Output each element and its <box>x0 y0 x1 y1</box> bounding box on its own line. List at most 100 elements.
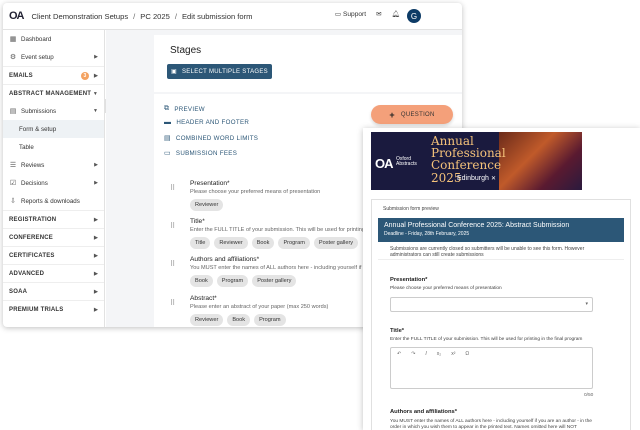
omega-icon[interactable]: Ω <box>465 351 469 357</box>
add-question-button[interactable]: + QUESTION <box>371 105 453 124</box>
stages-title: Stages <box>170 45 202 56</box>
tag-chip: Reviewer <box>190 314 224 326</box>
tag-chip: Book <box>190 275 213 287</box>
sidebar-item-form-setup[interactable]: Form & setup <box>3 120 104 138</box>
title-rich-text-input[interactable]: ↶ ↷ I x₂ x² Ω <box>390 347 593 389</box>
form-field[interactable]: ⠿ Title* Enter the FULL TITLE of your su… <box>170 218 370 249</box>
external-link-icon: ⧉ <box>164 105 170 112</box>
chevron-right-icon: ▶ <box>93 72 98 79</box>
text-icon: ▤ <box>164 135 171 142</box>
tag-chip: Book <box>251 237 275 249</box>
sidebar-item-conference[interactable]: CONFERENCE ▶ <box>3 228 104 246</box>
tag-chip: Title <box>190 237 211 249</box>
chevron-right-icon: ▶ <box>94 54 98 60</box>
sidebar-item-event-setup[interactable]: ⚙ Event setup ▶ <box>3 48 104 66</box>
tag-chip: Reviewer <box>214 237 248 249</box>
avatar[interactable]: G <box>407 9 421 23</box>
chevron-right-icon: ▶ <box>93 306 98 313</box>
redo-icon[interactable]: ↷ <box>411 351 415 357</box>
sidebar-item-dashboard[interactable]: ▦ Dashboard <box>3 30 104 48</box>
decisions-icon: ☑ <box>9 180 17 187</box>
undo-icon[interactable]: ↶ <box>397 351 401 357</box>
sidebar-item-soaa[interactable]: SOAA ▶ <box>3 282 104 300</box>
chevron-down-icon: ▼ <box>93 108 98 114</box>
closed-notice: Submissions are currently closed so subm… <box>378 242 624 260</box>
sidebar: ▦ Dashboard ⚙ Event setup ▶ EMAILS 3 ▶ ABSTRA… <box>3 30 105 327</box>
superscript-icon[interactable]: x² <box>451 351 455 357</box>
breadcrumb-item[interactable]: Client Demonstration Setups <box>32 12 129 21</box>
breadcrumb-item[interactable]: PC 2025 <box>140 12 170 21</box>
drag-handle-icon[interactable]: ⠿ <box>170 184 175 192</box>
form-preview-window: OA Oxford Abstracts Annual Professional Co… <box>363 128 640 430</box>
chevron-down-icon: ▼ <box>92 90 98 97</box>
header-footer-link[interactable]: ▬ HEADER AND FOOTER <box>164 119 249 126</box>
chevron-right-icon: ▶ <box>93 288 98 295</box>
form-field[interactable]: ⠿ Presentation* Please choose your prefe… <box>170 180 370 211</box>
drag-handle-icon[interactable]: ⠿ <box>170 299 175 307</box>
sidebar-item-table[interactable]: Table <box>3 138 104 156</box>
chevron-right-icon: ▶ <box>94 180 98 186</box>
sidebar-item-certificates[interactable]: CERTIFICATES ▶ <box>3 246 104 264</box>
tag-chip: Program <box>216 275 249 287</box>
download-icon: ⇩ <box>10 198 16 205</box>
sidebar-item-reviews[interactable]: ☰ Reviews ▶ <box>3 156 104 174</box>
chevron-right-icon: ▶ <box>93 252 98 259</box>
sidebar-item-submissions[interactable]: ▤ Submissions ▼ <box>3 102 104 120</box>
presentation-select[interactable]: ▾ <box>390 297 593 312</box>
bell-icon[interactable]: 🔔︎ <box>392 10 400 18</box>
sidebar-item-premium-trials[interactable]: PREMIUM TRIALS ▶ <box>3 300 104 318</box>
sidebar-item-decisions[interactable]: ☑ Decisions ▶ <box>3 174 104 192</box>
chevron-down-icon: ▾ <box>585 301 588 307</box>
tag-chip: Program <box>254 314 286 326</box>
message-icon: ▬ <box>164 119 172 126</box>
italic-icon[interactable]: I <box>425 351 426 357</box>
support-link[interactable]: ▭ Support <box>335 10 366 18</box>
inbox-icon[interactable]: ✉ <box>376 10 382 18</box>
drag-handle-icon[interactable]: ⠿ <box>170 222 175 230</box>
chevron-right-icon: ▶ <box>94 162 98 168</box>
tag-chip: Program <box>278 237 310 249</box>
drag-handle-icon[interactable]: ⠿ <box>170 260 175 268</box>
sidebar-item-registration[interactable]: REGISTRATION ▶ <box>3 210 104 228</box>
tag-chip: Poster gallery <box>252 275 297 287</box>
tag-chip: Reviewer <box>190 199 224 211</box>
stages-card: Stages ▣ SELECT MULTIPLE STAGES <box>154 35 462 92</box>
chevron-right-icon: ▶ <box>93 234 98 241</box>
editor-toolbar: ↶ ↷ I x₂ x² Ω <box>391 348 592 360</box>
document-icon: ▤ <box>9 108 17 115</box>
submission-fees-link[interactable]: ▭ SUBMISSION FEES <box>164 149 237 158</box>
reviews-icon: ☰ <box>9 162 17 169</box>
preview-body: Submission form preview Annual Professio… <box>371 199 631 430</box>
sidebar-item-reports[interactable]: ⇩ Reports & downloads <box>3 192 104 210</box>
select-multiple-stages-button[interactable]: ▣ SELECT MULTIPLE STAGES <box>167 64 272 79</box>
word-limits-link[interactable]: ▤ COMBINED WORD LIMITS <box>164 134 258 143</box>
breadcrumb: Client Demonstration Setups / PC 2025 / … <box>31 11 253 21</box>
tag-chip: Book <box>227 314 251 326</box>
saltire-icon: ✕ <box>491 176 497 182</box>
preview-link[interactable]: ⧉ PREVIEW <box>164 105 205 113</box>
dashboard-icon: ▦ <box>9 36 17 43</box>
book-icon: ▭ <box>334 11 342 18</box>
plus-icon: + <box>389 109 395 120</box>
tag-chip: Poster gallery <box>313 237 359 249</box>
chevron-right-icon: ▶ <box>93 270 98 277</box>
stages-icon: ▣ <box>171 69 177 75</box>
emails-badge: 3 <box>81 71 89 80</box>
preview-header: Annual Professional Conference 2025: Abs… <box>378 218 624 242</box>
breadcrumb-item: Edit submission form <box>181 11 253 21</box>
oa-logo[interactable]: OA <box>9 10 24 22</box>
sidebar-item-abstract-management[interactable]: ABSTRACT MANAGEMENT ▼ <box>3 84 104 102</box>
top-bar: OA Client Demonstration Setups / PC 2025… <box>3 3 462 30</box>
word-counter: 0/50 <box>584 393 594 398</box>
chevron-right-icon: ▶ <box>93 216 98 223</box>
oa-logo: OA <box>375 156 393 171</box>
preview-label: Submission form preview <box>383 206 439 212</box>
sidebar-item-emails[interactable]: EMAILS 3 ▶ <box>3 66 104 84</box>
credit-card-icon: ▭ <box>164 150 171 157</box>
audience-photo <box>499 132 582 190</box>
subscript-icon[interactable]: x₂ <box>437 351 441 357</box>
form-field[interactable]: ⠿ Authors and affiliations* You MUST ent… <box>170 256 370 287</box>
conference-banner: OA Oxford Abstracts Annual Professional Co… <box>371 132 582 190</box>
sidebar-item-advanced[interactable]: ADVANCED ▶ <box>3 264 104 282</box>
form-field[interactable]: ⠿ Abstract* Please enter an abstract of … <box>170 295 370 326</box>
